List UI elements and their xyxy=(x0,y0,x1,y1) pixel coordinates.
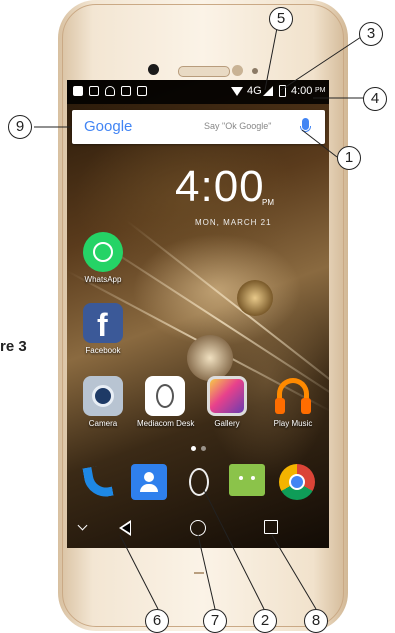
callout-leader-lines xyxy=(34,27,374,610)
callout-6: 6 xyxy=(145,609,169,633)
callout-9: 9 xyxy=(8,115,32,139)
callout-4: 4 xyxy=(363,87,387,111)
callout-3: 3 xyxy=(359,22,383,46)
callout-2: 2 xyxy=(253,609,277,633)
callout-5: 5 xyxy=(269,7,293,31)
callout-7: 7 xyxy=(203,609,227,633)
figure-label: re 3 xyxy=(0,338,27,355)
callout-1: 1 xyxy=(337,146,361,170)
callout-8: 8 xyxy=(304,609,328,633)
